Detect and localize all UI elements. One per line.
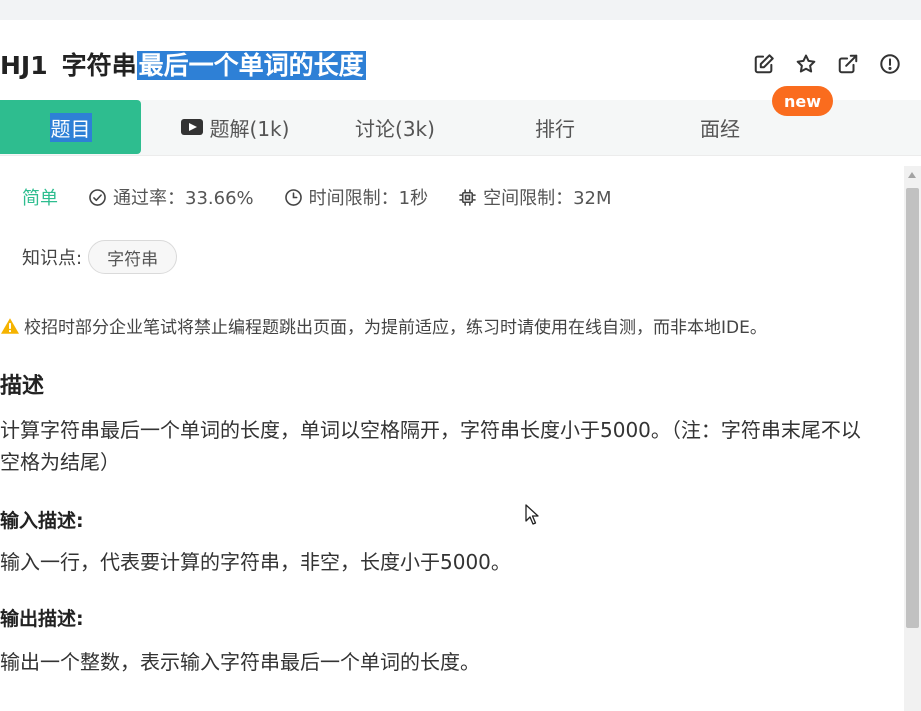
scroll-thumb[interactable]: [906, 188, 919, 628]
output-heading: 输出描述:: [0, 608, 84, 630]
tab-discussion-label: 讨论(3k): [355, 116, 435, 141]
tab-problem[interactable]: 题目: [0, 100, 141, 154]
problem-title: HJ1 字符串最后一个单词的长度: [0, 49, 366, 83]
info-icon[interactable]: [879, 53, 901, 75]
pass-rate: 通过率：33.66%: [88, 184, 254, 210]
tab-ranking[interactable]: 排行: [510, 100, 600, 154]
time-limit: 时间限制：1秒: [284, 184, 428, 210]
tab-interview-label: 面经: [700, 116, 740, 141]
time-limit-text: 时间限制：1秒: [308, 188, 429, 209]
mouse-cursor-icon: [525, 504, 539, 525]
description-heading: 描述: [0, 374, 45, 399]
exam-warning: 校招时部分企业笔试将禁止编程题跳出页面，为提前适应，练习时请使用在线自测，而非本…: [0, 313, 767, 338]
tab-solutions-label: 题解(1k): [209, 116, 290, 141]
warning-icon: [1, 317, 19, 334]
input-heading: 输入描述:: [0, 510, 84, 532]
tab-solutions[interactable]: 题解(1k): [170, 100, 300, 154]
pass-rate-text: 通过率：33.66%: [113, 188, 254, 209]
tab-problem-label: 题目: [49, 112, 92, 142]
tab-ranking-label: 排行: [535, 116, 575, 141]
memory-limit: 空间限制：32M: [458, 184, 612, 210]
tab-interview[interactable]: 面经: [675, 100, 765, 154]
knowledge-tag[interactable]: 字符串: [88, 240, 178, 274]
knowledge-points: 知识点: 字符串: [22, 240, 178, 274]
problem-title-plain: 字符串: [61, 51, 137, 80]
description-text: 计算字符串最后一个单词的长度，单词以空格隔开，字符串长度小于5000。（注：字符…: [0, 418, 861, 474]
tab-discussion[interactable]: 讨论(3k): [340, 100, 450, 154]
problem-meta: 简单 通过率：33.66% 时间限制：1秒 空间限制：32M: [22, 182, 642, 212]
difficulty-label: 简单: [22, 188, 58, 209]
input-text: 输入一行，代表要计算的字符串，非空，长度小于5000。: [0, 550, 511, 574]
video-icon: [180, 119, 203, 135]
warning-text: 校招时部分企业笔试将禁止编程题跳出页面，为提前适应，练习时请使用在线自测，而非本…: [24, 318, 767, 338]
chip-icon: [459, 188, 476, 206]
edit-icon[interactable]: [753, 53, 775, 75]
problem-title-selected[interactable]: 最后一个单词的长度: [136, 51, 366, 80]
knowledge-label: 知识点:: [22, 248, 83, 269]
new-badge: new: [772, 86, 833, 116]
top-strip: [0, 0, 921, 20]
external-link-icon[interactable]: [837, 53, 859, 75]
problem-code: HJ1: [0, 51, 48, 80]
scroll-up-arrow-icon[interactable]: [908, 172, 916, 178]
scrollbar[interactable]: [904, 166, 921, 711]
output-text: 输出一个整数，表示输入字符串最后一个单词的长度。: [0, 650, 480, 674]
title-toolbar: [753, 53, 901, 75]
star-icon[interactable]: [795, 53, 817, 75]
clock-icon: [284, 188, 302, 206]
check-circle-icon: [89, 188, 106, 206]
memory-limit-text: 空间限制：32M: [483, 188, 612, 209]
